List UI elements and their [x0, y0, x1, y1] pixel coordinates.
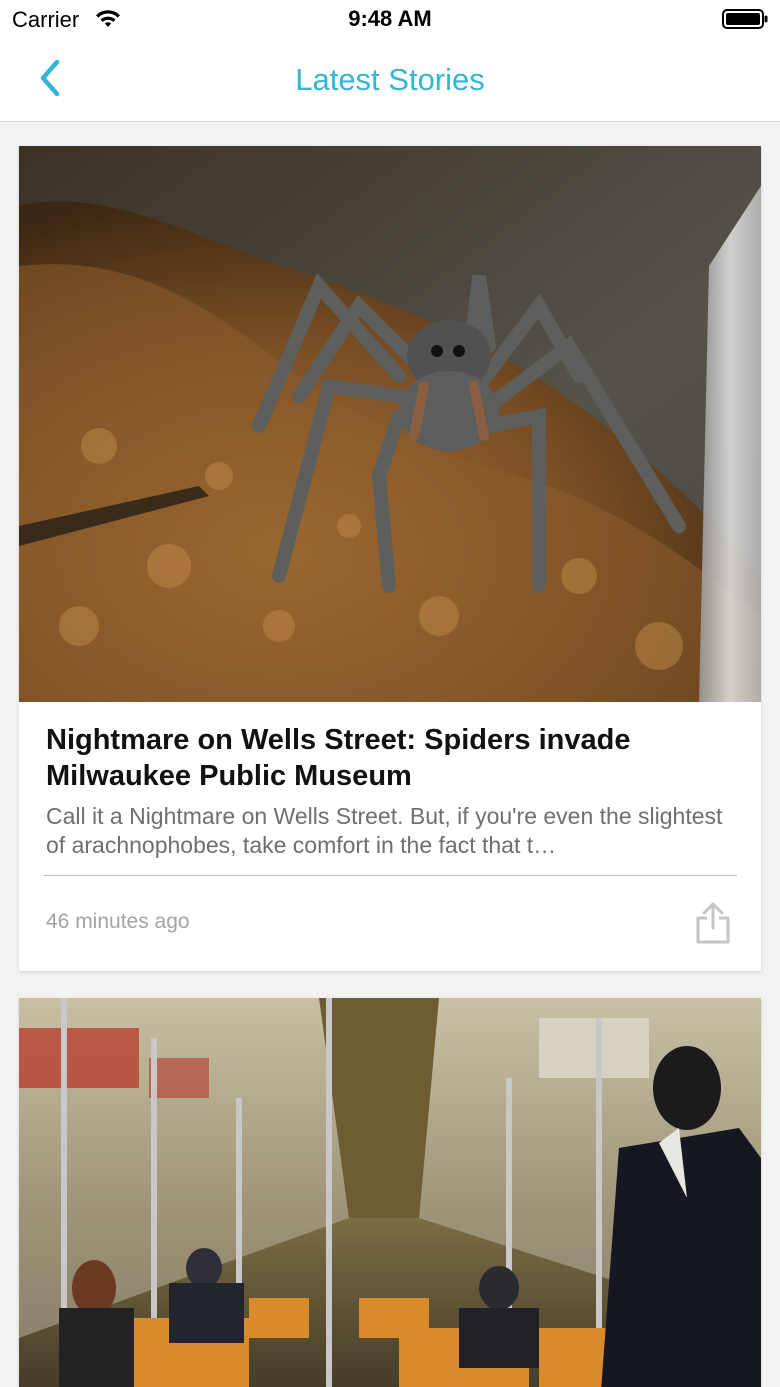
share-icon	[696, 902, 730, 944]
subway-car-photo	[19, 998, 761, 1387]
spider-photo	[19, 146, 761, 702]
clock: 9:48 AM	[348, 6, 432, 31]
status-bar: Carrier 9:48 AM	[0, 0, 780, 40]
divider	[44, 875, 737, 876]
story-timestamp: 46 minutes ago	[46, 910, 190, 933]
story-card[interactable]	[19, 998, 761, 1387]
story-summary: Call it a Nightmare on Wells Street. But…	[46, 803, 723, 858]
share-button[interactable]	[693, 900, 733, 946]
page-title: Latest Stories	[295, 62, 485, 97]
story-card[interactable]: Nightmare on Wells Street: Spiders invad…	[19, 146, 761, 971]
navigation-bar: Latest Stories	[0, 40, 780, 122]
battery-icon	[722, 9, 768, 29]
story-title[interactable]: Nightmare on Wells Street: Spiders invad…	[46, 722, 736, 794]
